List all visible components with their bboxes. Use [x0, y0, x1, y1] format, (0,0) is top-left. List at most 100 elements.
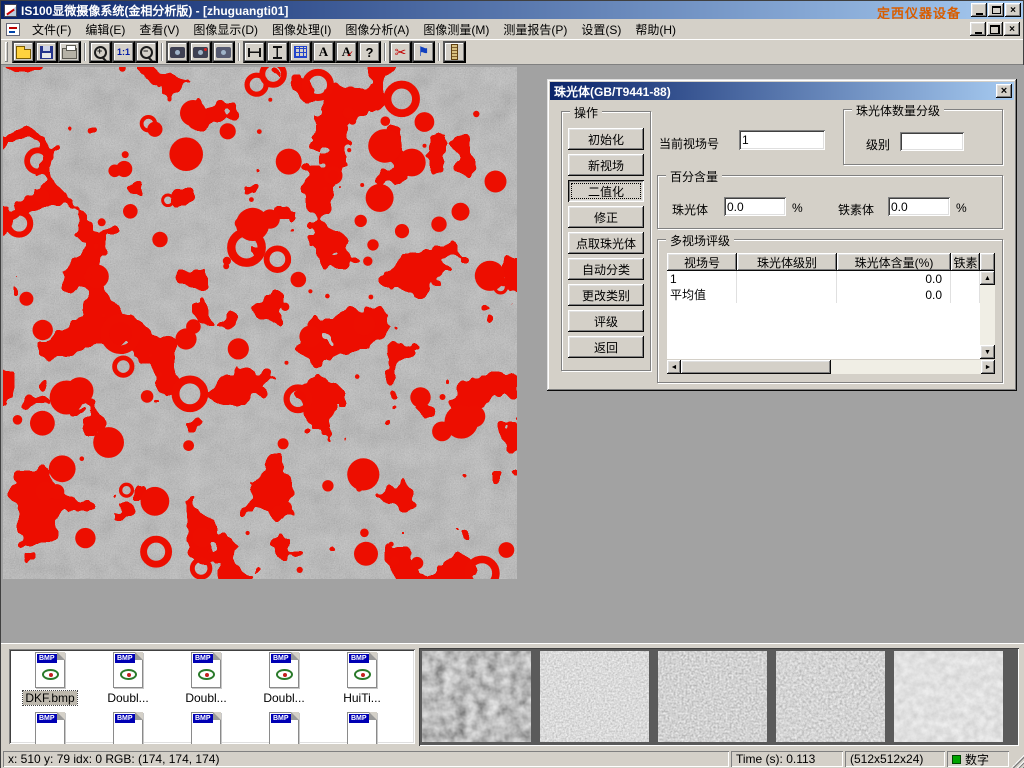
multi-field-group: 多视场评级 视场号 珠光体级别 珠光体含量(%) 铁素 1 0.0 [657, 239, 1003, 383]
scroll-right-icon[interactable]: ► [981, 360, 995, 374]
resize-grip[interactable] [1011, 755, 1024, 768]
menu-item-report[interactable]: 测量报告(P) [496, 18, 574, 41]
maximize-button[interactable] [988, 3, 1004, 17]
bmp-doodle [42, 669, 59, 680]
percent-group-label: 百分含量 [666, 168, 722, 185]
pixel-coords-readout: x: 510 y: 79 idx: 0 RGB: (174, 174, 174) [3, 751, 729, 767]
file-item[interactable]: BMP Doubl... [245, 652, 323, 705]
file-item[interactable]: BMP Doubl... [89, 652, 167, 705]
menu-item-image-process[interactable]: 图像处理(I) [265, 18, 338, 41]
menu-item-image-measure[interactable]: 图像测量(M) [416, 18, 496, 41]
file-list: BMP DKF.bmp BMP Doubl... BMP Doubl... BM… [9, 649, 415, 744]
open-file-button[interactable] [12, 41, 35, 63]
file-item-partial[interactable]: BMP [11, 712, 89, 744]
file-item-partial[interactable]: BMP [323, 712, 401, 744]
capture-frame-button[interactable] [166, 41, 189, 63]
menu-item-file[interactable]: 文件(F) [25, 18, 78, 41]
zoom-in-button[interactable]: + [89, 41, 112, 63]
scrollbar-thumb[interactable] [681, 360, 831, 374]
table-row[interactable]: 1 0.0 [667, 271, 995, 287]
thumbnail-5[interactable] [894, 651, 1003, 742]
scroll-down-icon[interactable]: ▼ [980, 345, 995, 359]
ferrite-percent-input[interactable] [888, 197, 950, 216]
cell-pearlite-content: 0.0 [837, 287, 951, 303]
thumbnail-4[interactable] [776, 651, 885, 742]
new-field-button[interactable]: 新视场 [568, 154, 644, 176]
mdi-client-area: 珠光体(GB/T9441-88) × 操作 初始化 新视场 二值化 修正 点取珠… [1, 65, 1024, 643]
zoom-out-button[interactable]: − [135, 41, 158, 63]
menu-item-view[interactable]: 查看(V) [132, 18, 186, 41]
toolbar-separator [438, 43, 440, 61]
font-check-button[interactable]: A✓ [335, 41, 358, 63]
close-button[interactable]: × [1005, 3, 1021, 17]
thumbnail-3[interactable] [658, 651, 767, 742]
init-button[interactable]: 初始化 [568, 128, 644, 150]
mdi-minimize-icon [975, 32, 982, 34]
file-item[interactable]: BMP HuiTi... [323, 652, 401, 705]
micrograph-image[interactable] [3, 67, 517, 579]
table-row-average[interactable]: 平均值 0.0 [667, 287, 995, 303]
zoom-out-icon: − [139, 45, 154, 60]
toolbar-grip[interactable] [5, 42, 8, 62]
mode-label: 数字 [965, 751, 989, 768]
child-window-icon[interactable] [6, 23, 20, 36]
save-button[interactable] [35, 41, 58, 63]
snapshot-button[interactable] [212, 41, 235, 63]
table-vertical-scrollbar[interactable]: ▲ ▼ [980, 271, 995, 359]
mdi-restore-button[interactable] [987, 22, 1003, 36]
ferrite-label: 铁素体 [838, 201, 874, 218]
mdi-minimize-button[interactable] [970, 22, 986, 36]
measure-horizontal-button[interactable] [243, 41, 266, 63]
calibration-grid-button[interactable] [289, 41, 312, 63]
file-item[interactable]: BMP Doubl... [167, 652, 245, 705]
flag-icon: ⚑ [418, 44, 430, 60]
col-header-level[interactable]: 珠光体级别 [737, 253, 837, 271]
bmp-doodle [276, 669, 293, 680]
menu-item-image-analysis[interactable]: 图像分析(A) [338, 18, 416, 41]
save-icon [40, 46, 53, 59]
col-header-pearlite-content[interactable]: 珠光体含量(%) [837, 253, 951, 271]
toolbar: + 1:1 − A A✓ ? ✂ ⚑ [1, 39, 1023, 65]
col-header-ferrite[interactable]: 铁素 [951, 253, 980, 271]
file-item-partial[interactable]: BMP [89, 712, 167, 744]
correct-button[interactable]: 修正 [568, 206, 644, 228]
text-annotation-button[interactable]: A [312, 41, 335, 63]
scroll-up-icon[interactable]: ▲ [980, 271, 995, 285]
scroll-left-icon[interactable]: ◄ [667, 360, 681, 374]
rate-button[interactable]: 评级 [568, 310, 644, 332]
level-input[interactable] [900, 132, 964, 151]
ruler-button[interactable] [443, 41, 466, 63]
menu-item-help[interactable]: 帮助(H) [628, 18, 683, 41]
percent-group: 百分含量 珠光体 % 铁素体 % [657, 175, 1003, 229]
minimize-button[interactable] [971, 3, 987, 17]
cut-region-button[interactable]: ✂ [389, 41, 412, 63]
back-button[interactable]: 返回 [568, 336, 644, 358]
auto-classify-button[interactable]: 自动分类 [568, 258, 644, 280]
pick-pearlite-button[interactable]: 点取珠光体 [568, 232, 644, 254]
current-field-input[interactable] [739, 130, 825, 150]
print-button[interactable] [58, 41, 81, 63]
thumbnail-1[interactable] [422, 651, 531, 742]
mdi-close-button[interactable]: × [1004, 22, 1020, 36]
pearlite-percent-input[interactable] [724, 197, 786, 216]
live-video-button[interactable] [189, 41, 212, 63]
file-item-partial[interactable]: BMP [167, 712, 245, 744]
file-item-partial[interactable]: BMP [245, 712, 323, 744]
binarize-button[interactable]: 二值化 [568, 180, 644, 202]
actual-size-button[interactable]: 1:1 [112, 41, 135, 63]
table-horizontal-scrollbar[interactable]: ◄ ► [667, 360, 995, 374]
menu-item-image-display[interactable]: 图像显示(D) [186, 18, 265, 41]
toolbar-separator [238, 43, 240, 61]
change-class-button[interactable]: 更改类别 [568, 284, 644, 306]
menu-item-edit[interactable]: 编辑(E) [78, 18, 132, 41]
dialog-title-bar[interactable]: 珠光体(GB/T9441-88) × [550, 82, 1014, 100]
col-header-field[interactable]: 视场号 [667, 253, 737, 271]
measure-vertical-button[interactable] [266, 41, 289, 63]
file-item-dkf[interactable]: BMP DKF.bmp [11, 652, 89, 705]
dialog-close-button[interactable]: × [996, 84, 1012, 98]
minimize-icon [976, 13, 983, 15]
menu-item-settings[interactable]: 设置(S) [574, 18, 628, 41]
help-button[interactable]: ? [358, 41, 381, 63]
marker-tool-button[interactable]: ⚑ [412, 41, 435, 63]
thumbnail-2[interactable] [540, 651, 649, 742]
